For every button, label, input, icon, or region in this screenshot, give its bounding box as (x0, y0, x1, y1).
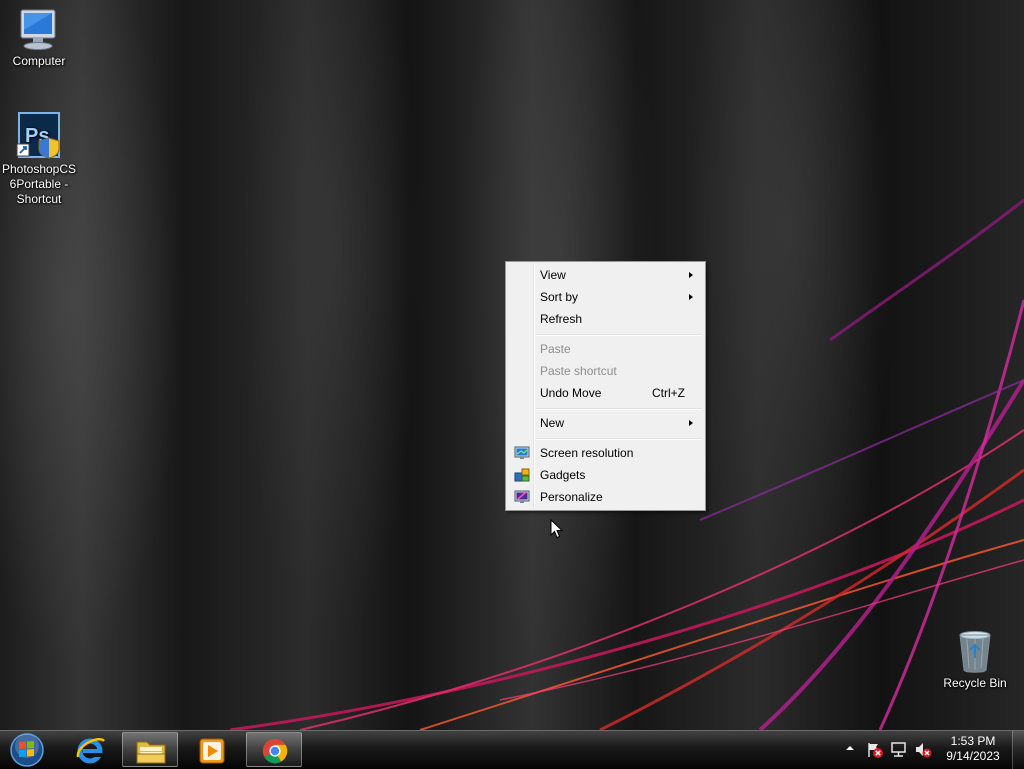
menu-item-paste-shortcut[interactable]: Paste shortcut (508, 360, 703, 382)
desktop-icon-computer[interactable]: Computer (1, 8, 77, 69)
internet-explorer-icon (76, 738, 106, 764)
menu-item-label: Gadgets (540, 468, 586, 482)
computer-icon (20, 9, 56, 50)
menu-item-label: View (540, 268, 566, 282)
menu-item-gadgets[interactable]: Gadgets (508, 464, 703, 486)
taskbar-button-media-player[interactable] (184, 732, 240, 767)
taskbar-clock[interactable]: 1:53 PM 9/14/2023 (940, 734, 1006, 764)
desktop[interactable]: Computer Ps PhotoshopCS 6Portable - Shor… (0, 0, 1024, 730)
submenu-arrow-icon (689, 272, 693, 278)
menu-item-screen-resolution[interactable]: Screen resolution (508, 442, 703, 464)
chrome-icon (262, 738, 288, 764)
menu-item-refresh[interactable]: Refresh (508, 308, 703, 330)
volume-muted-icon[interactable] (914, 741, 932, 759)
taskbar: 1:53 PM 9/14/2023 (0, 730, 1024, 769)
folder-icon (136, 741, 166, 764)
monitor-icon (514, 446, 530, 459)
menu-item-label: Screen resolution (540, 446, 634, 460)
action-center-flag-icon[interactable] (866, 741, 884, 759)
network-icon[interactable] (890, 741, 908, 759)
clock-date: 9/14/2023 (946, 749, 1000, 763)
menu-item-label: Undo Move (540, 386, 602, 400)
menu-item-view[interactable]: View (508, 264, 703, 286)
desktop-context-menu: View Sort by Refresh Paste Paste shortcu… (505, 261, 706, 511)
menu-item-label: Personalize (540, 490, 603, 504)
recycle-bin-icon (959, 631, 991, 673)
desktop-icon-label: Computer (12, 54, 66, 68)
desktop-icon-label: PhotoshopCS 6Portable - Shortcut (1, 162, 77, 206)
menu-item-personalize[interactable]: Personalize (508, 486, 703, 508)
menu-separator (536, 334, 702, 336)
desktop-icon-photoshop-shortcut[interactable]: Ps PhotoshopCS 6Portable - Shortcut (1, 112, 77, 207)
photoshop-icon: Ps (16, 112, 60, 159)
menu-separator (536, 438, 702, 440)
clock-time: 1:53 PM (950, 734, 996, 748)
menu-item-label: Refresh (540, 312, 583, 326)
menu-item-new[interactable]: New (508, 412, 703, 434)
submenu-arrow-icon (689, 294, 693, 300)
taskbar-button-chrome[interactable] (246, 732, 302, 767)
desktop-icon-label: Recycle Bin (943, 676, 1007, 690)
submenu-arrow-icon (689, 420, 693, 426)
taskbar-button-internet-explorer[interactable] (62, 732, 118, 767)
mouse-cursor-icon (550, 519, 564, 539)
menu-item-label: Paste (540, 342, 571, 356)
personalize-icon (514, 490, 530, 503)
desktop-icon-recycle-bin[interactable]: Recycle Bin (937, 630, 1013, 691)
start-button[interactable] (8, 733, 46, 767)
menu-item-undo-move[interactable]: Undo Move Ctrl+Z (508, 382, 703, 404)
menu-item-label: Sort by (540, 290, 579, 304)
menu-item-paste[interactable]: Paste (508, 338, 703, 360)
menu-separator (536, 408, 702, 410)
menu-item-shortcut: Ctrl+Z (652, 386, 685, 400)
menu-item-sort-by[interactable]: Sort by (508, 286, 703, 308)
media-player-icon (199, 738, 225, 764)
taskbar-button-windows-explorer[interactable] (122, 732, 178, 767)
menu-item-label: Paste shortcut (540, 364, 617, 378)
show-hidden-icons-arrow[interactable] (845, 741, 855, 755)
menu-item-label: New (540, 416, 565, 430)
show-desktop-button[interactable] (1012, 731, 1024, 769)
gadgets-icon (514, 468, 530, 482)
